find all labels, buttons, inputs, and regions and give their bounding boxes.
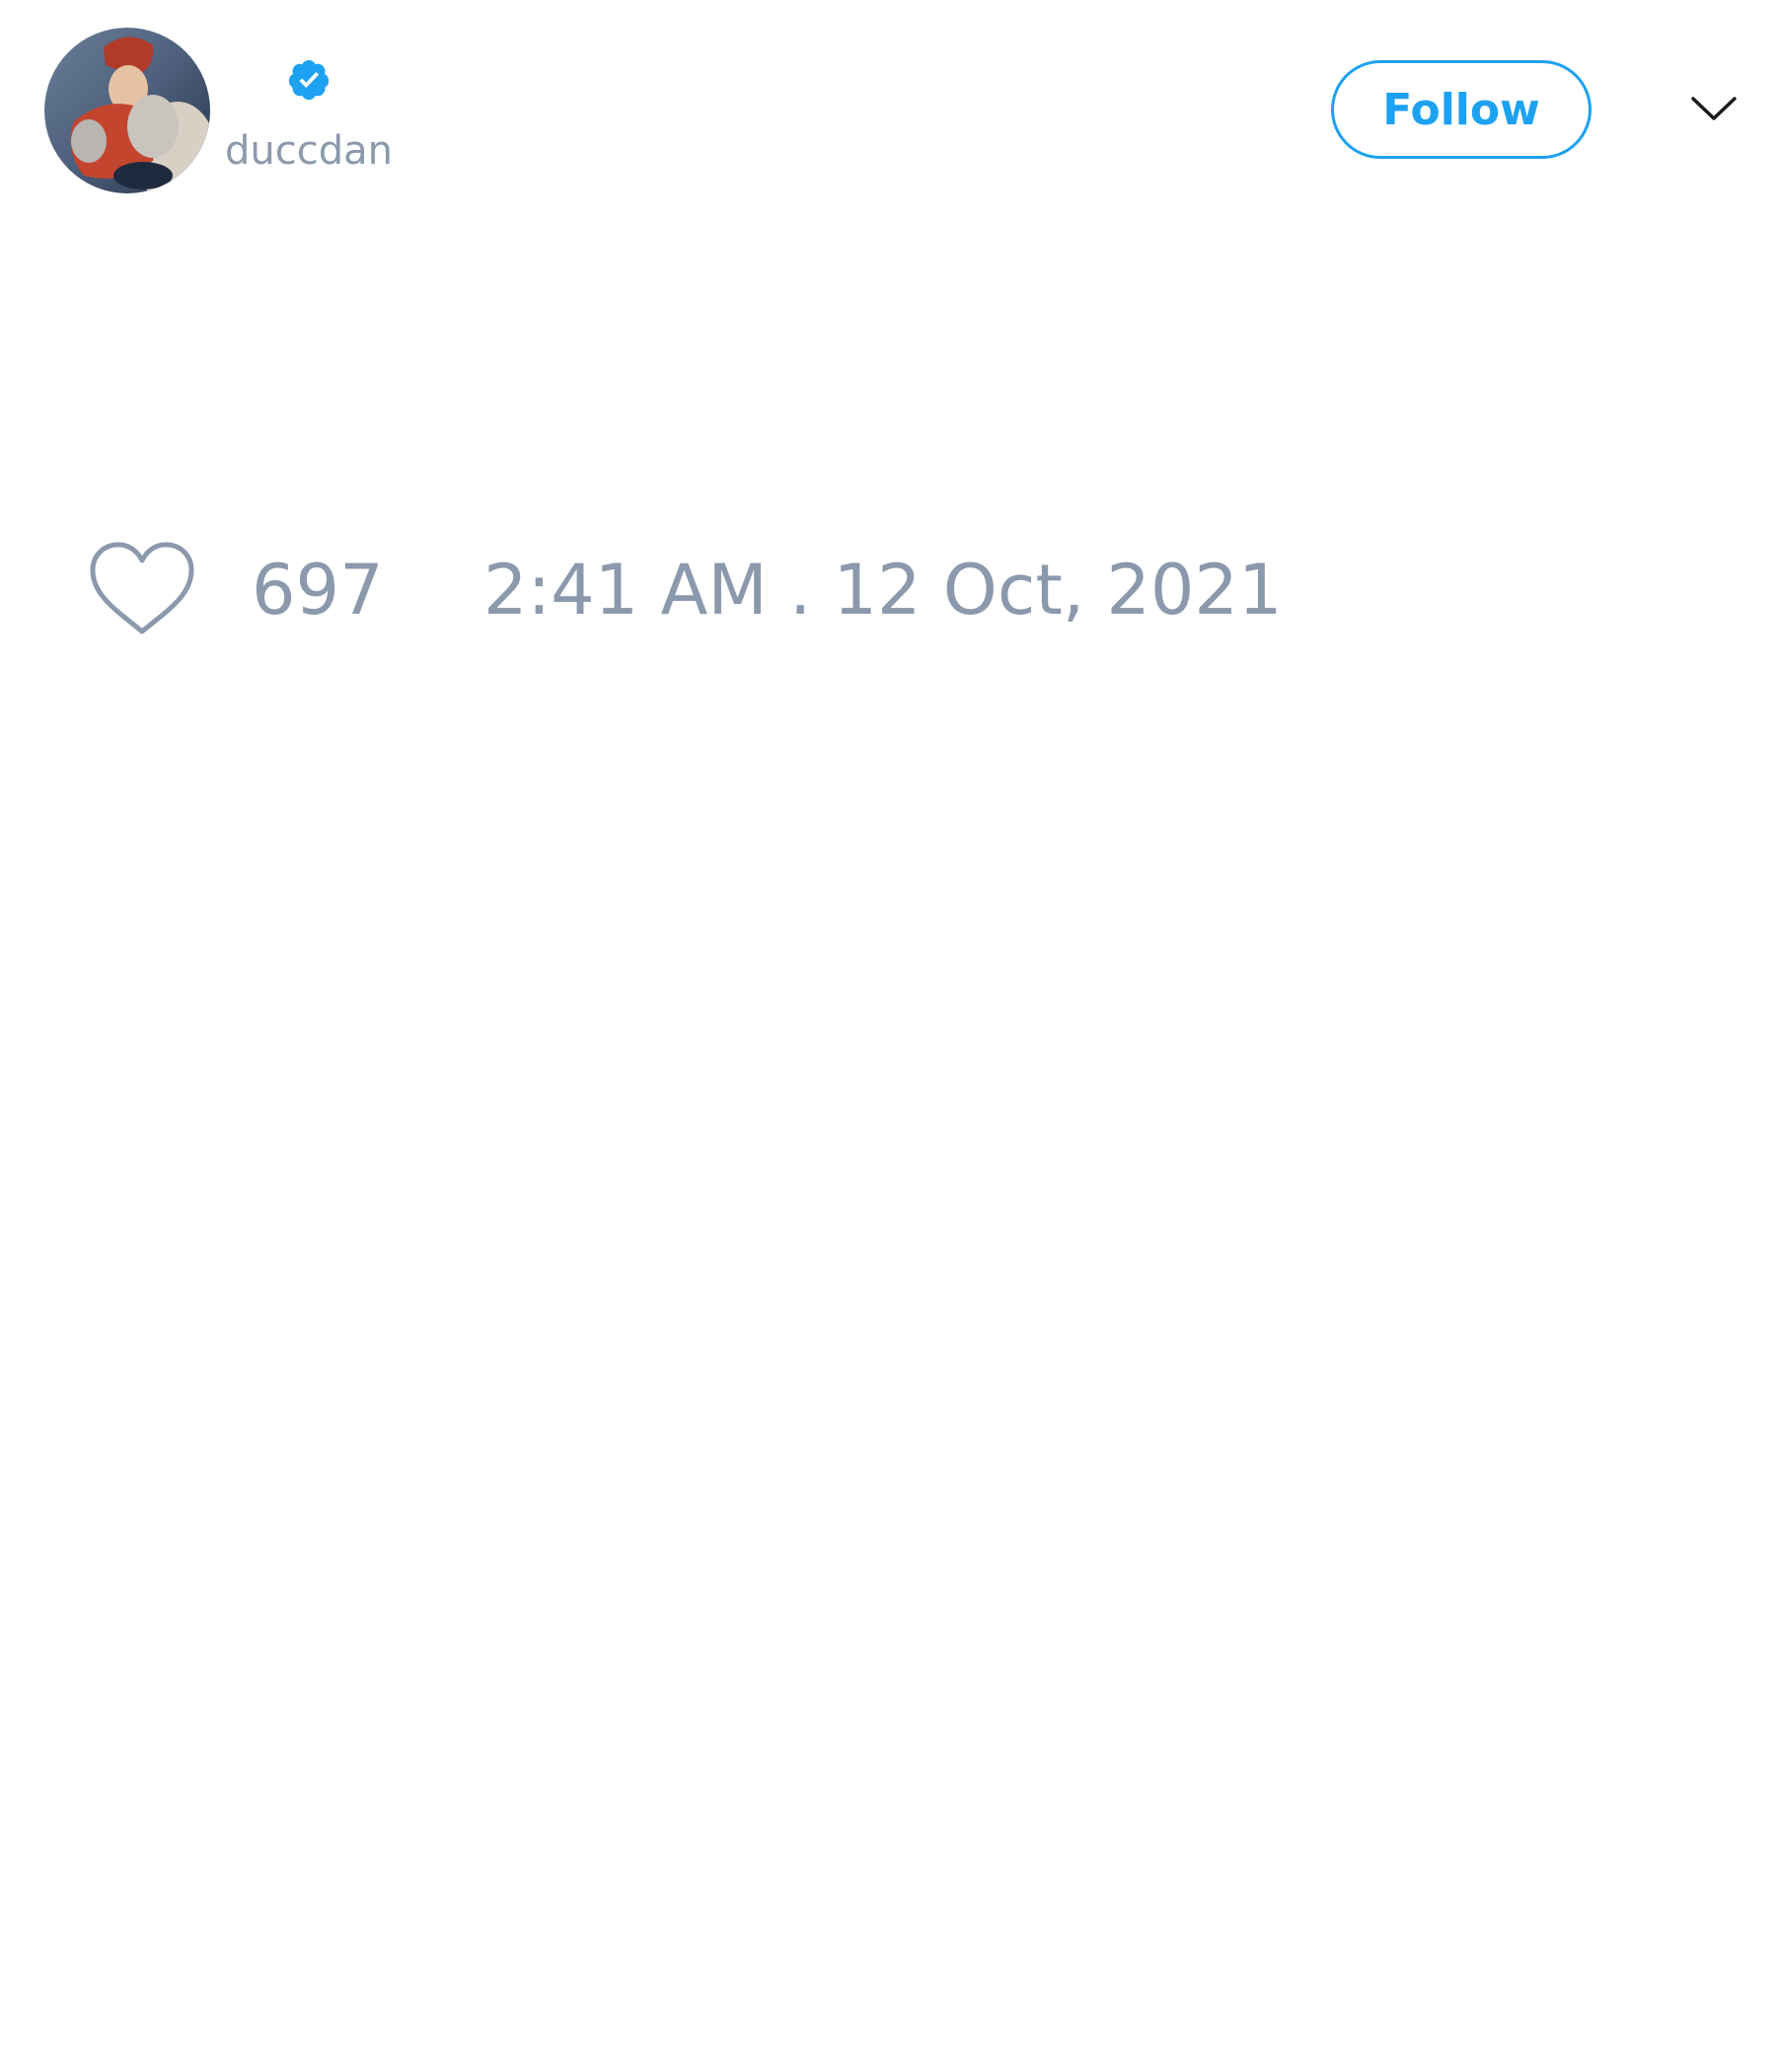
tweet-timestamp[interactable]: 2:41 AM . 12 Oct, 2021 (483, 551, 1282, 629)
heart-icon[interactable] (89, 541, 195, 637)
verified-badge-icon (288, 59, 330, 101)
like-count: 697 (252, 550, 384, 630)
author-handle[interactable]: duccdan (225, 126, 393, 176)
avatar-image (44, 28, 210, 193)
follow-button[interactable]: Follow (1331, 60, 1591, 159)
chevron-down-icon[interactable] (1689, 91, 1739, 128)
avatar[interactable] (44, 28, 210, 193)
